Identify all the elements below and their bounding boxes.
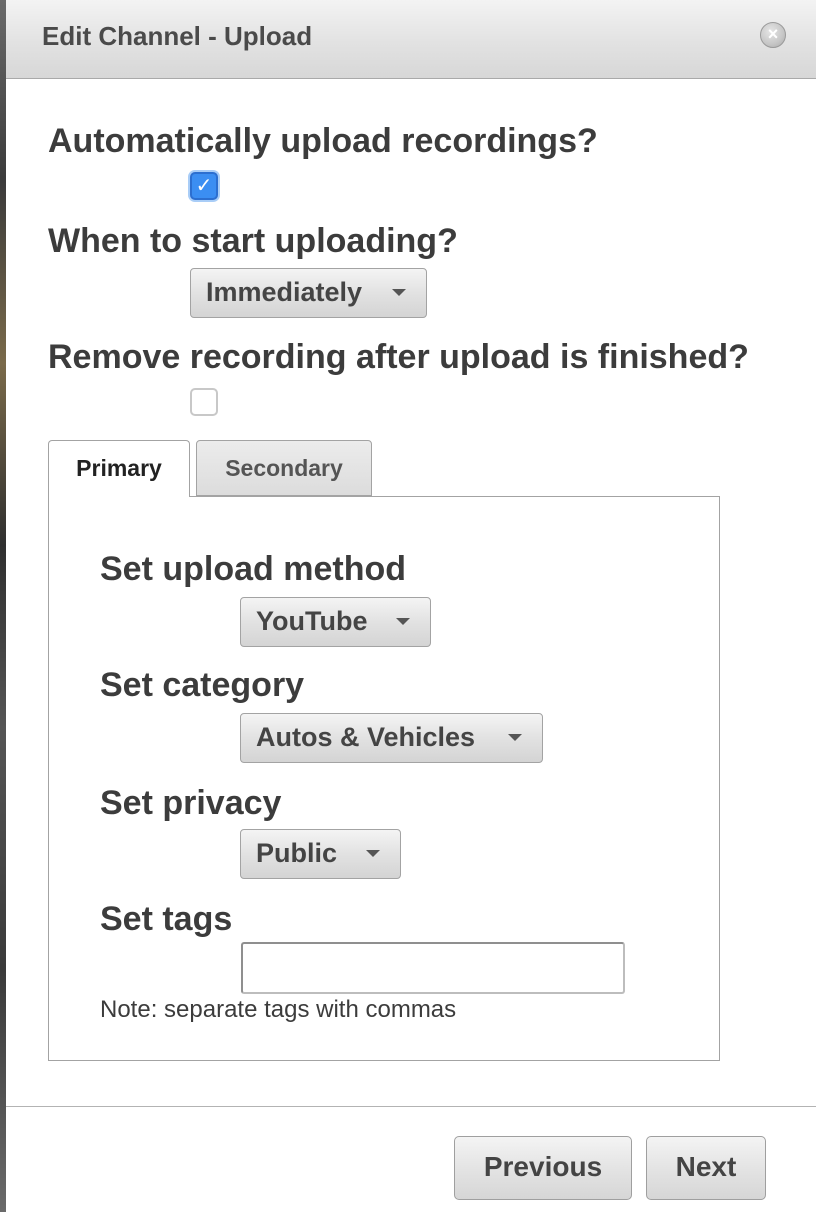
privacy-value: Public <box>256 838 338 868</box>
category-dropdown[interactable]: Autos & Vehicles <box>240 713 543 763</box>
next-button[interactable]: Next <box>646 1136 766 1200</box>
start-upload-value: Immediately <box>206 277 363 307</box>
close-icon[interactable]: × <box>760 22 786 48</box>
category-value: Autos & Vehicles <box>256 722 476 752</box>
upload-method-label: Set upload method <box>100 550 406 588</box>
caret-down-icon <box>392 289 406 296</box>
privacy-dropdown[interactable]: Public <box>240 829 401 879</box>
checkmark-icon: ✓ <box>195 175 213 197</box>
privacy-label: Set privacy <box>100 784 282 822</box>
dialog-titlebar: Edit Channel - Upload × <box>6 0 816 79</box>
caret-down-icon <box>396 618 410 625</box>
upload-method-dropdown[interactable]: YouTube <box>240 597 431 647</box>
remove-after-label: Remove recording after upload is finishe… <box>48 338 749 376</box>
start-upload-label: When to start uploading? <box>48 222 458 260</box>
tab-secondary[interactable]: Secondary <box>196 440 372 496</box>
remove-after-checkbox[interactable] <box>190 388 218 416</box>
category-label: Set category <box>100 666 305 704</box>
tags-input[interactable] <box>241 942 625 994</box>
upload-method-value: YouTube <box>256 606 368 636</box>
caret-down-icon <box>508 734 522 741</box>
caret-down-icon <box>366 850 380 857</box>
tab-primary[interactable]: Primary <box>48 440 190 497</box>
footer-divider <box>6 1106 816 1107</box>
dialog-title: Edit Channel - Upload <box>42 21 313 51</box>
auto-upload-label: Automatically upload recordings? <box>48 122 598 160</box>
tags-label: Set tags <box>100 900 233 938</box>
tags-note: Note: separate tags with commas <box>100 996 457 1023</box>
edit-channel-dialog: Edit Channel - Upload × Automatically up… <box>6 0 816 1212</box>
auto-upload-checkbox[interactable]: ✓ <box>190 172 218 200</box>
start-upload-dropdown[interactable]: Immediately <box>190 268 427 318</box>
previous-button[interactable]: Previous <box>454 1136 632 1200</box>
